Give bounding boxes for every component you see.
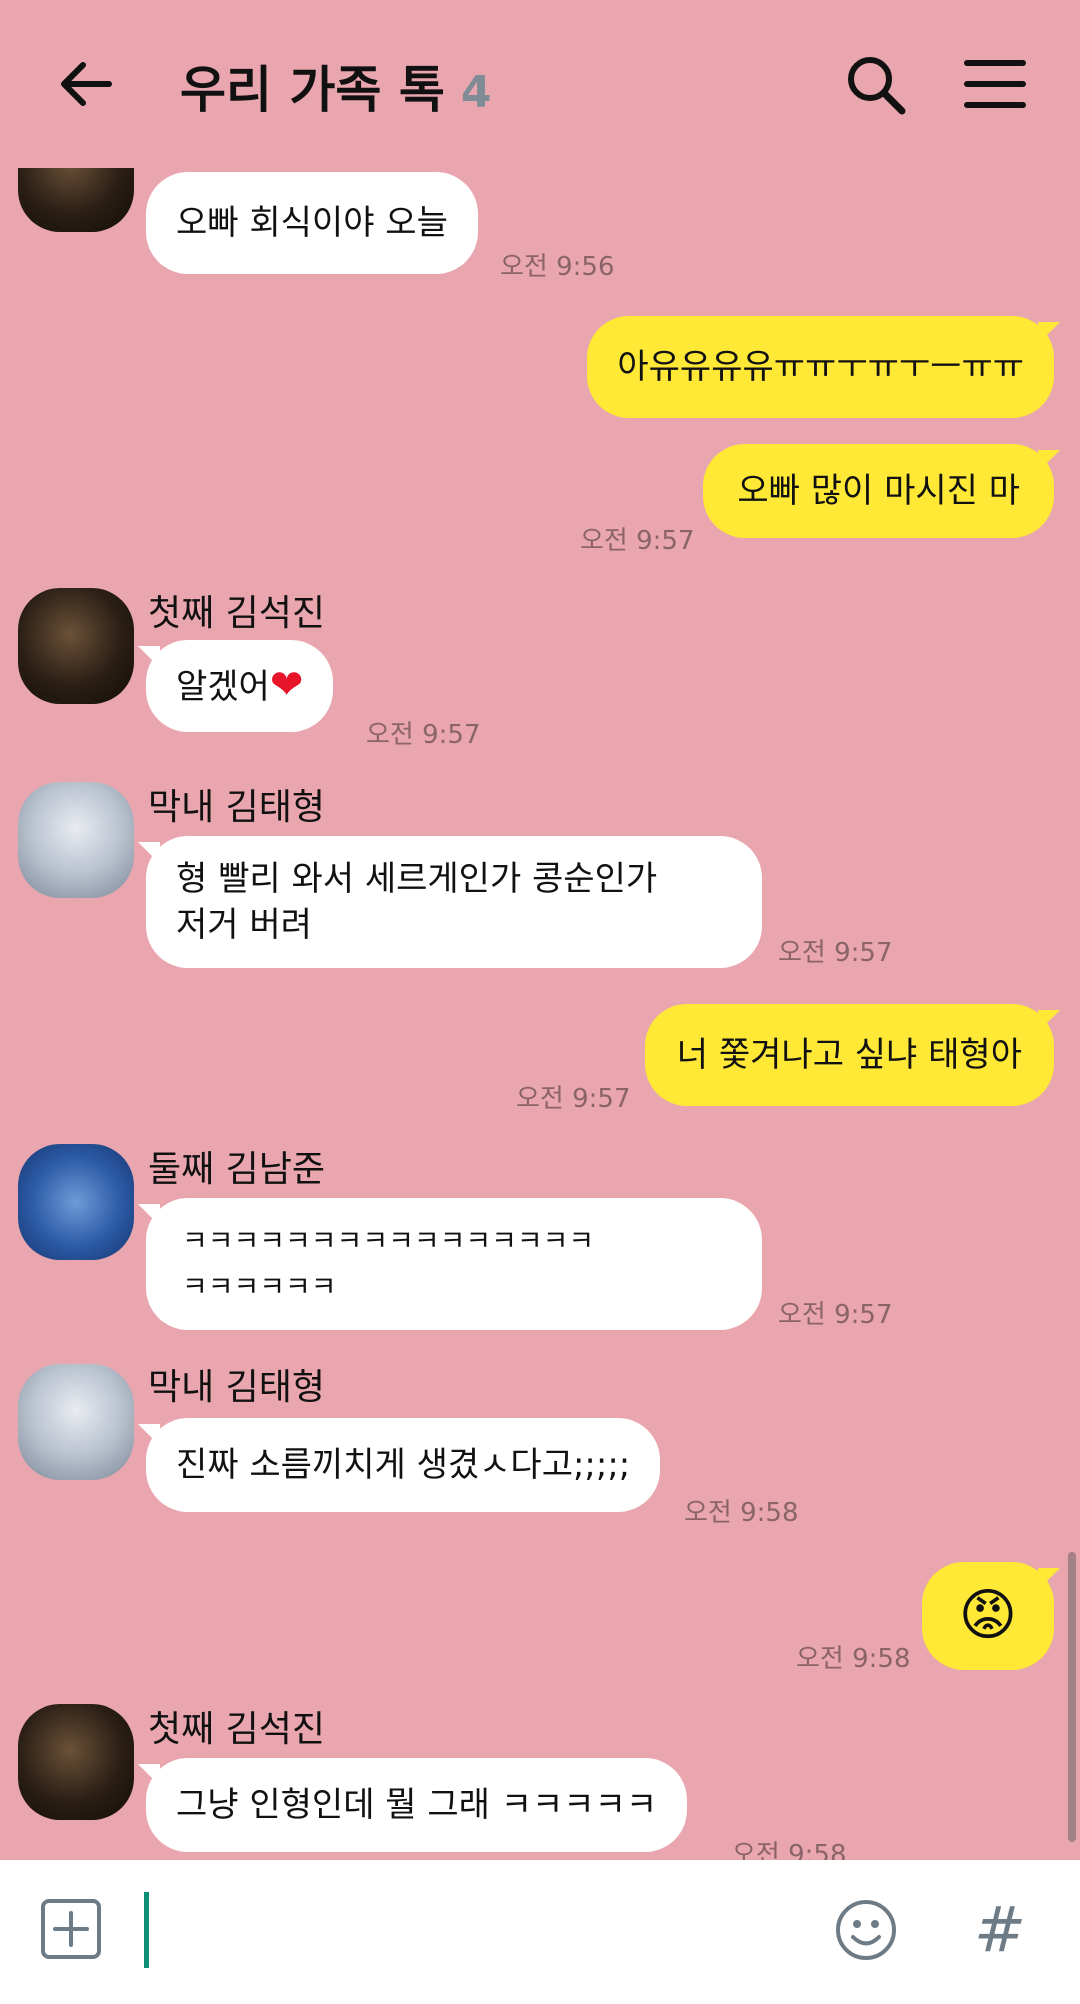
message-text: 너 쫓겨나고 싶냐 태형아	[676, 1035, 1022, 1075]
message-bubble[interactable]: 너 쫓겨나고 싶냐 태형아	[644, 1004, 1061, 1106]
message-bubble[interactable]: 😡	[922, 1562, 1060, 1670]
text-cursor[interactable]	[144, 1892, 149, 1968]
message-time: 오전 9:58	[796, 1644, 911, 1674]
message-time: 오전 9:57	[580, 526, 695, 556]
message-bubble[interactable]: 진짜 소름끼치게 생겼ㅅ다고;;;;;	[137, 1418, 661, 1512]
message-bubble[interactable]: ㅋㅋㅋㅋㅋㅋㅋㅋㅋㅋㅋㅋㅋㅋㅋㅋ ㅋㅋㅋㅋㅋㅋ	[138, 1198, 762, 1330]
chat-title: 우리 가족 톡	[180, 61, 445, 119]
message-time: 오전 9:58	[684, 1498, 799, 1528]
message-text-line: 형 빨리 와서 세르게인가 콩순인가	[176, 859, 658, 899]
sender-name: 막내 김태형	[148, 1367, 326, 1408]
message-text: 오빠 회식이야 오늘	[176, 203, 448, 243]
hashtag-search-button[interactable]: #	[974, 1898, 1034, 1962]
avatar-jin[interactable]	[18, 588, 134, 704]
message-time: 오전 9:58	[732, 1840, 847, 1860]
message-bubble[interactable]: 오빠 많이 마시진 마	[703, 444, 1060, 538]
search-icon	[848, 57, 906, 115]
sender-name: 첫째 김석진	[148, 1709, 326, 1750]
plus-square-icon	[41, 1899, 101, 1959]
message-time: 오전 9:57	[778, 938, 893, 968]
message-time: 오전 9:57	[516, 1084, 631, 1114]
sender-name: 첫째 김석진	[148, 593, 326, 634]
message-text: 진짜 소름끼치게 생겼ㅅ다고;;;;;	[176, 1445, 631, 1485]
chat-title-group: 우리 가족 톡 4	[180, 50, 491, 122]
avatar-rm[interactable]	[18, 1144, 134, 1260]
sender-name: 둘째 김남준	[148, 1149, 326, 1190]
message-input-bar: #	[0, 1860, 1080, 2004]
message-time: 오전 9:57	[778, 1300, 893, 1330]
chat-message-list[interactable]: 오빠 회식이야 오늘 오전 9:56 아유유유유ㅠㅠㅜㅠㅜㅡㅠㅠ 오빠 많이 마…	[0, 168, 1080, 1860]
avatar-jin[interactable]	[18, 168, 134, 232]
message-bubble[interactable]: 알겠어❤	[137, 640, 334, 732]
message-bubble[interactable]: 아유유유유ㅠㅠㅜㅠㅜㅡㅠㅠ	[587, 316, 1060, 418]
member-count: 4	[460, 67, 492, 118]
message-bubble[interactable]: 오빠 회식이야 오늘	[146, 172, 478, 274]
menu-button[interactable]	[964, 58, 1026, 110]
angry-face-emoji: 😡	[958, 1583, 1018, 1648]
message-text-line: ㅋㅋㅋㅋㅋㅋㅋㅋㅋㅋㅋㅋㅋㅋㅋㅋ	[182, 1224, 595, 1257]
hamburger-menu-icon	[964, 60, 1026, 108]
sender-name: 막내 김태형	[148, 787, 326, 828]
emoji-button[interactable]	[834, 1898, 898, 1962]
message-bubble[interactable]: 형 빨리 와서 세르게인가 콩순인가 저거 버려	[138, 836, 762, 968]
message-text: 그냥 인형인데 뭘 그래 ㅋㅋㅋㅋㅋ	[176, 1785, 658, 1825]
smiley-icon	[836, 1900, 896, 1960]
avatar-jin[interactable]	[18, 1704, 134, 1820]
chat-scrollbar[interactable]	[1068, 1552, 1076, 1842]
attach-button[interactable]	[40, 1898, 102, 1960]
arrow-left-icon	[61, 62, 112, 106]
heart-emoji: ❤	[269, 662, 304, 708]
message-bubble[interactable]: 그냥 인형인데 뭘 그래 ㅋㅋㅋㅋㅋ	[137, 1758, 688, 1852]
message-time: 오전 9:57	[366, 720, 481, 750]
message-text: 오빠 많이 마시진 마	[737, 471, 1020, 511]
back-button[interactable]	[55, 52, 119, 116]
avatar-v[interactable]	[18, 1364, 134, 1480]
message-time: 오전 9:56	[500, 252, 615, 282]
message-text-line: 저거 버려	[176, 905, 312, 945]
search-button[interactable]	[845, 54, 907, 116]
message-text-line: ㅋㅋㅋㅋㅋㅋ	[182, 1270, 337, 1303]
avatar-v[interactable]	[18, 782, 134, 898]
message-text: 아유유유유ㅠㅠㅜㅠㅜㅡㅠㅠ	[617, 347, 1024, 387]
chat-header: 우리 가족 톡 4	[0, 0, 1080, 168]
message-text: 알겠어	[176, 667, 270, 707]
hash-icon: #	[974, 1893, 1026, 1966]
